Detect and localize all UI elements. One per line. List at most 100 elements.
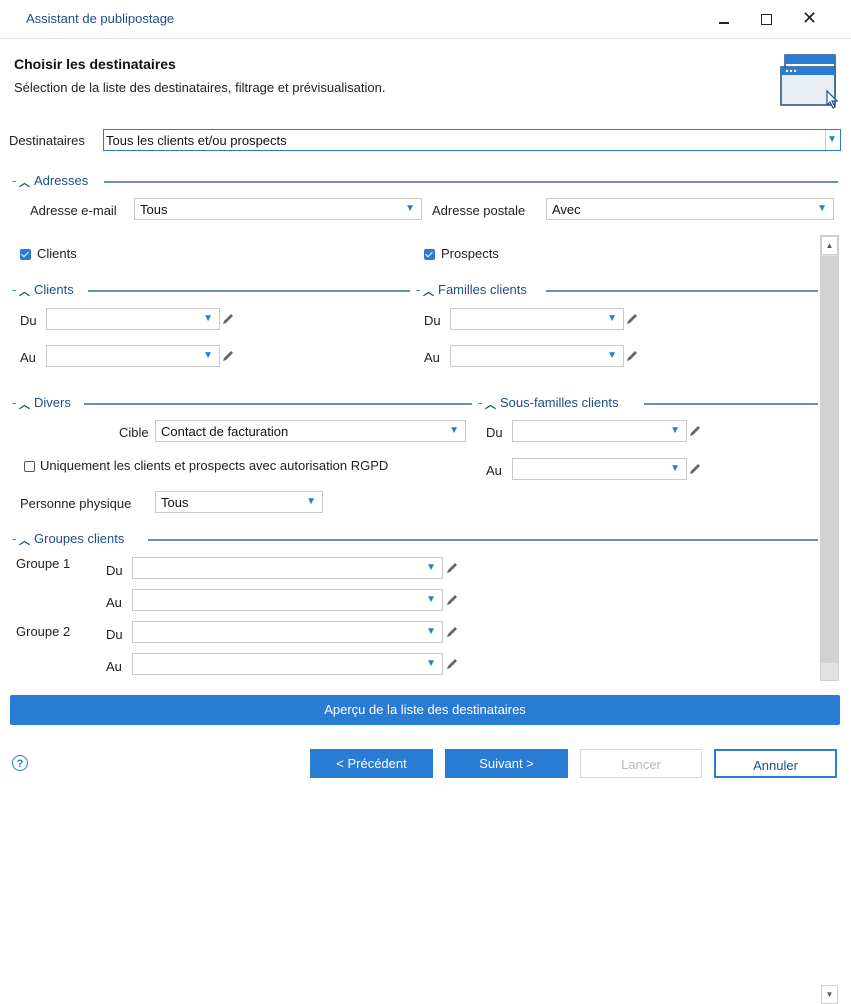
clients-du-select[interactable]: ▼ (46, 308, 220, 330)
cancel-button[interactable]: Annuler (714, 749, 837, 778)
chevron-down-icon: ▼ (670, 463, 680, 474)
postal-select[interactable]: Avec ▼ (546, 198, 834, 220)
postal-label: Adresse postale (432, 203, 526, 218)
personne-select[interactable]: Tous ▼ (155, 491, 323, 513)
pencil-icon[interactable] (445, 561, 459, 575)
familles-du-label: Du (424, 313, 441, 328)
section-divers-title: Divers (34, 395, 71, 410)
pencil-icon[interactable] (688, 424, 702, 438)
rgpd-checkbox-label: Uniquement les clients et prospects avec… (40, 458, 389, 473)
clients-au-select[interactable]: ▼ (46, 345, 220, 367)
scroll-thumb[interactable] (821, 256, 838, 663)
maximize-icon (761, 14, 772, 25)
launch-button[interactable]: Lancer (580, 749, 702, 778)
scroll-up-button[interactable]: ▲ (821, 236, 838, 255)
section-familles-clients-title: Familles clients (438, 282, 527, 297)
cible-value: Contact de facturation (161, 424, 289, 439)
clients-du-label: Du (20, 313, 37, 328)
groupe-2-du-select[interactable]: ▼ (132, 621, 443, 643)
chevron-down-icon: ▼ (306, 496, 316, 507)
preview-recipients-button[interactable]: Aperçu de la liste des destinataires (10, 695, 840, 725)
vertical-scrollbar[interactable]: ▲ ▼ (820, 235, 839, 1004)
collapse-icon: ︿ (19, 177, 30, 189)
previous-button[interactable]: < Précédent (310, 749, 433, 778)
wizard-window-icon (780, 54, 839, 109)
section-sous-familles-clients[interactable]: - ︿ Sous-familles clients (478, 395, 818, 411)
collapse-icon: ︿ (19, 286, 30, 298)
chevron-down-icon: ▼ (607, 350, 617, 361)
personne-value: Tous (161, 495, 189, 510)
familles-au-select[interactable]: ▼ (450, 345, 624, 367)
chevron-down-icon: ▼ (449, 425, 459, 436)
chevron-down-icon: ▼ (426, 658, 436, 669)
section-clients-title: Clients (34, 282, 74, 297)
collapse-icon: ︿ (19, 535, 30, 547)
collapse-icon: ︿ (423, 286, 434, 298)
sous-familles-au-label: Au (486, 463, 502, 478)
groupe-1-au-label: Au (106, 595, 122, 610)
section-groupes-clients-title: Groupes clients (34, 531, 125, 546)
destinataires-value: Tous les clients et/ou prospects (106, 133, 287, 148)
maximize-button[interactable] (749, 4, 783, 34)
chevron-down-icon: ▼ (405, 203, 415, 214)
familles-du-select[interactable]: ▼ (450, 308, 624, 330)
section-adresses[interactable]: - ︿ Adresses (12, 173, 838, 189)
help-icon[interactable]: ? (12, 755, 28, 771)
groupe-1-label: Groupe 1 (16, 556, 71, 571)
cible-select[interactable]: Contact de facturation ▼ (155, 420, 466, 442)
chevron-down-icon: ▼ (426, 562, 436, 573)
pencil-icon[interactable] (445, 625, 459, 639)
pencil-icon[interactable] (221, 312, 235, 326)
close-button[interactable]: ✕ (792, 4, 826, 34)
groupe-2-au-select[interactable]: ▼ (132, 653, 443, 675)
section-sous-familles-title: Sous-familles clients (500, 395, 619, 410)
checkbox-icon (20, 249, 31, 260)
scroll-down-button[interactable]: ▼ (821, 985, 838, 1004)
collapse-icon: ︿ (19, 399, 30, 411)
familles-au-label: Au (424, 350, 440, 365)
pencil-icon[interactable] (445, 657, 459, 671)
chevron-down-icon: ▼ (203, 313, 213, 324)
section-familles-clients[interactable]: - ︿ Familles clients (416, 282, 818, 298)
pencil-icon[interactable] (221, 349, 235, 363)
destinataires-dropdown[interactable]: ▼ (825, 130, 840, 150)
next-button[interactable]: Suivant > (445, 749, 568, 778)
destinataires-label: Destinataires (9, 133, 85, 148)
pencil-icon[interactable] (688, 462, 702, 476)
section-divers[interactable]: - ︿ Divers (12, 395, 472, 411)
collapse-icon: ︿ (485, 399, 496, 411)
page-subtitle: Sélection de la liste des destinataires,… (14, 80, 386, 95)
section-clients[interactable]: - ︿ Clients (12, 282, 410, 298)
postal-value: Avec (552, 202, 581, 217)
checkbox-icon (24, 461, 35, 472)
sous-familles-du-select[interactable]: ▼ (512, 420, 687, 442)
chevron-down-icon: ▼ (670, 425, 680, 436)
email-select[interactable]: Tous ▼ (134, 198, 422, 220)
close-icon: ✕ (802, 8, 818, 28)
chevron-down-icon: ▼ (607, 313, 617, 324)
chevron-down-icon: ▼ (426, 626, 436, 637)
pencil-icon[interactable] (445, 593, 459, 607)
minimize-button[interactable] (707, 4, 741, 34)
groupe-1-du-select[interactable]: ▼ (132, 557, 443, 579)
groupe-2-du-label: Du (106, 627, 123, 642)
minimize-icon (719, 22, 729, 24)
chevron-down-icon: ▼ (827, 134, 837, 145)
groupe-2-au-label: Au (106, 659, 122, 674)
groupe-1-au-select[interactable]: ▼ (132, 589, 443, 611)
mail-merge-window: Assistant de publipostage ✕ Choisir les … (0, 0, 851, 1004)
sous-familles-au-select[interactable]: ▼ (512, 458, 687, 480)
page-title: Choisir les destinataires (14, 56, 176, 72)
destinataires-select[interactable]: Tous les clients et/ou prospects ▼ (103, 129, 841, 151)
groupe-2-label: Groupe 2 (16, 624, 71, 639)
cible-label: Cible (119, 425, 149, 440)
prospects-checkbox-label: Prospects (441, 246, 499, 261)
clients-au-label: Au (20, 350, 36, 365)
pencil-icon[interactable] (625, 349, 639, 363)
chevron-down-icon: ▼ (426, 594, 436, 605)
chevron-down-icon: ▼ (203, 350, 213, 361)
email-label: Adresse e-mail (30, 203, 117, 218)
section-groupes-clients[interactable]: - ︿ Groupes clients (12, 531, 818, 547)
pencil-icon[interactable] (625, 312, 639, 326)
title-bar: Assistant de publipostage ✕ (0, 0, 851, 39)
